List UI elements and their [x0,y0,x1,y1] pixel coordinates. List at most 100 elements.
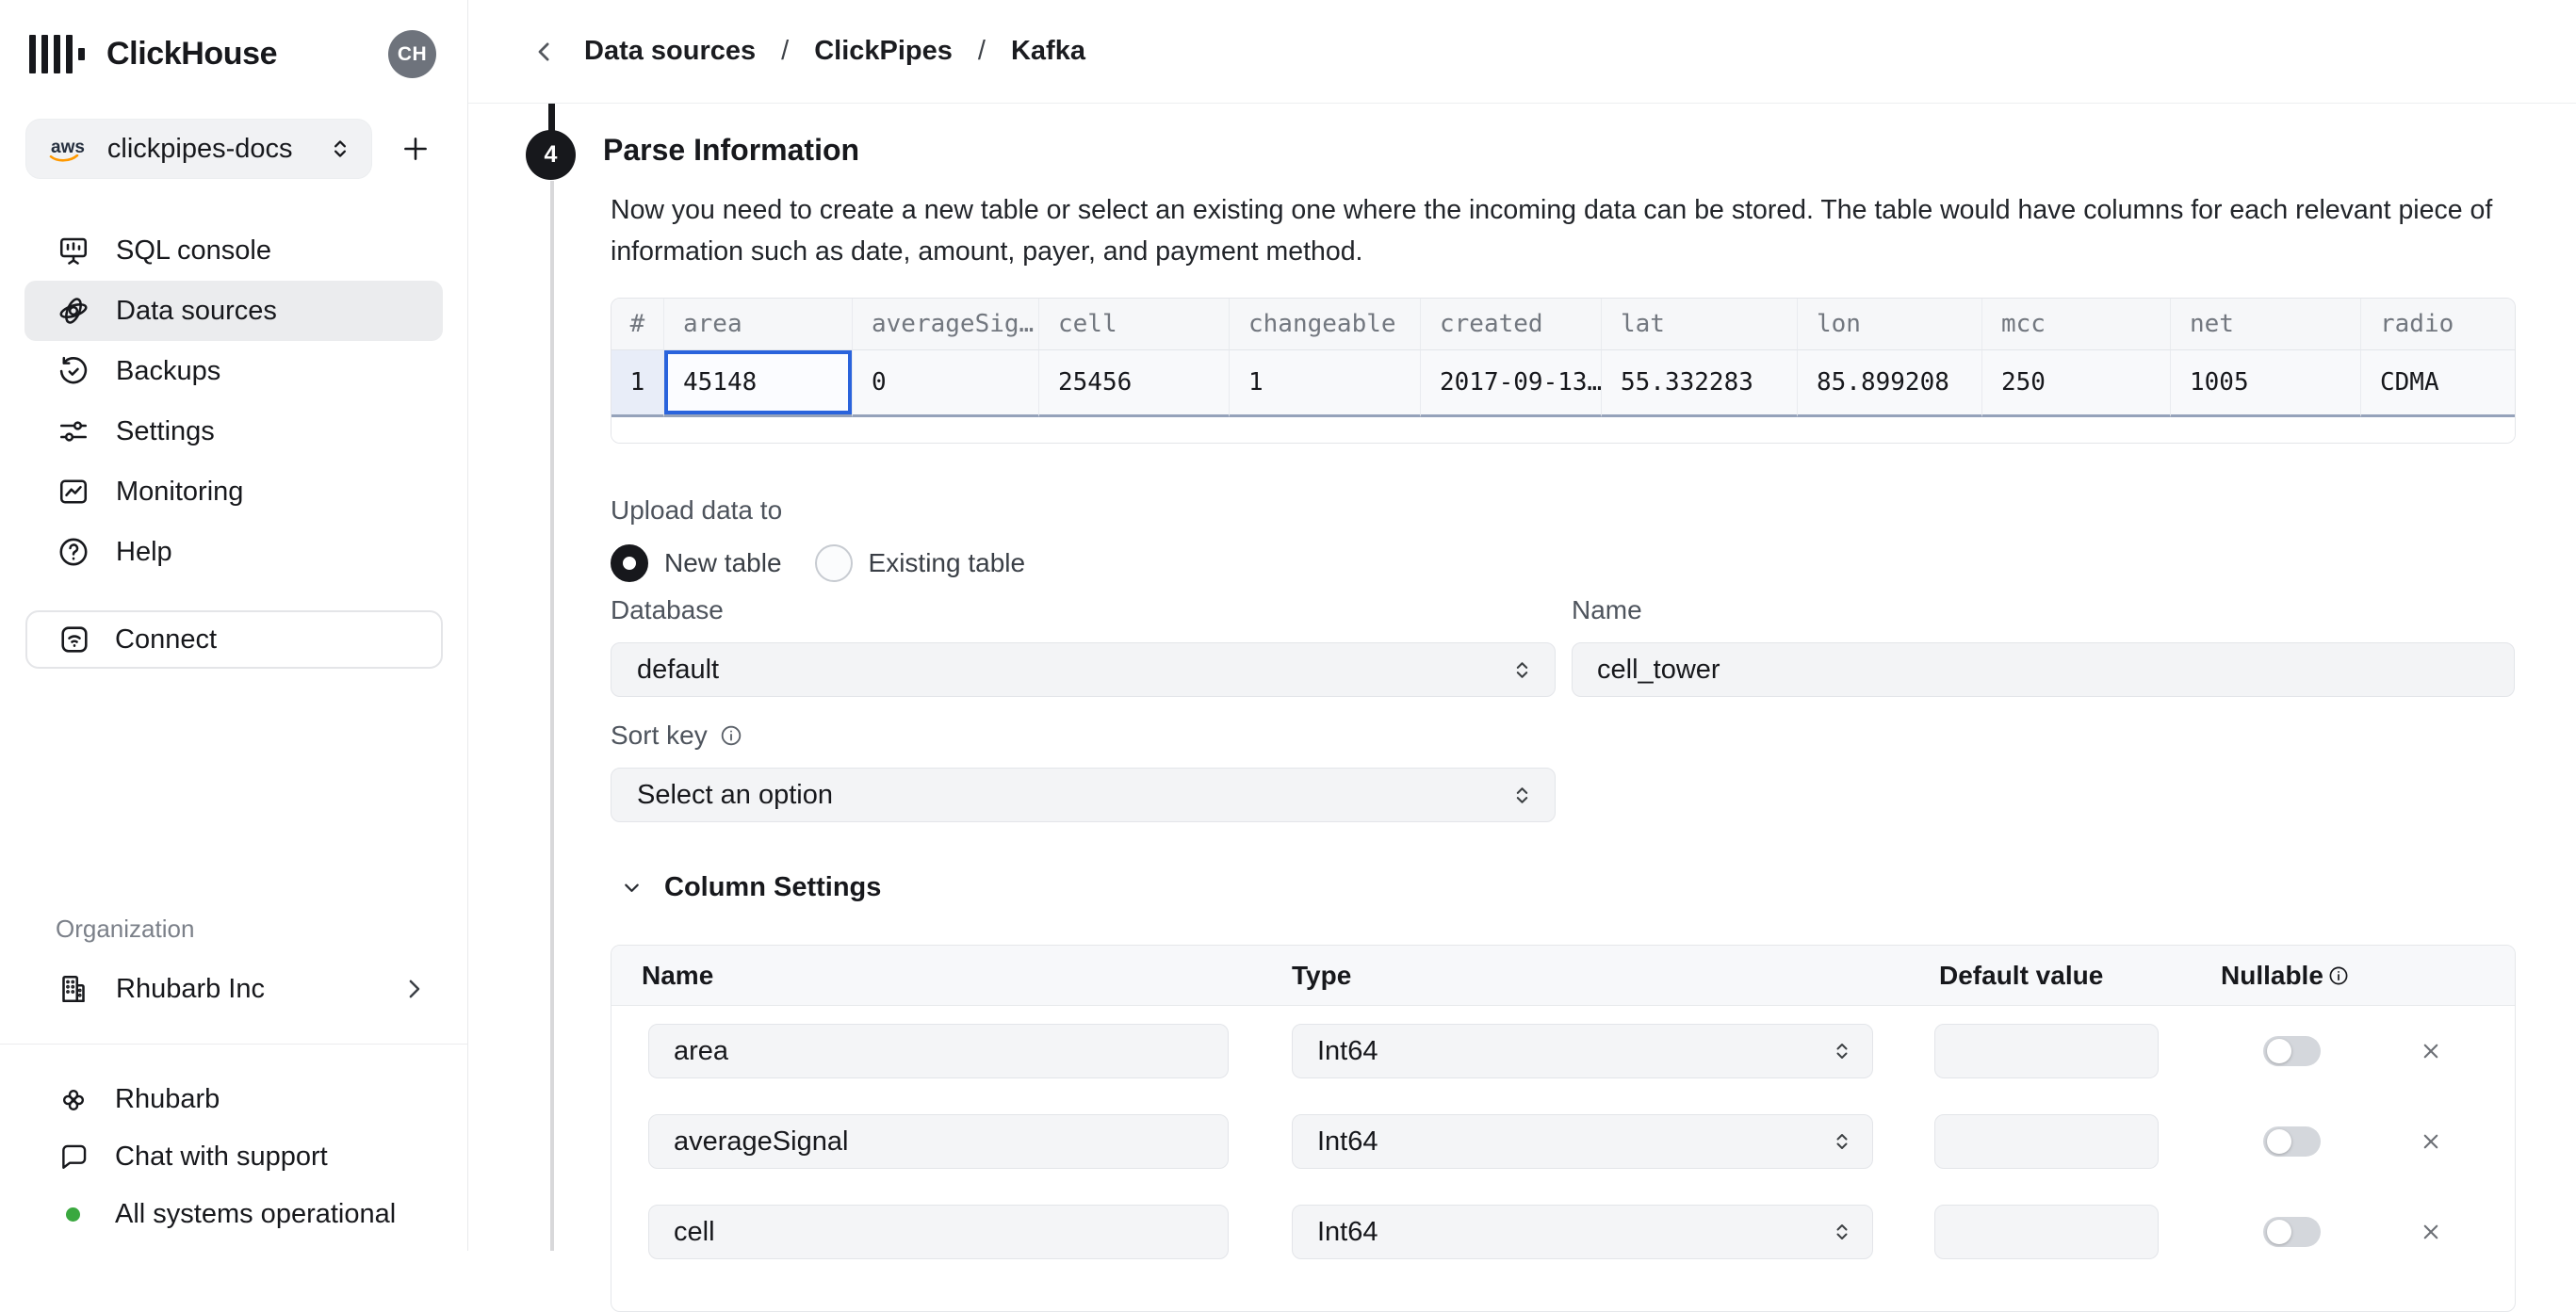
preview-data-row: 1 45148 0 25456 1 2017-09-13… 55.332283 … [611,350,2515,417]
chevron-updown-icon [1831,1040,1853,1062]
header-nullable: Nullable [2221,946,2350,1006]
toggle-knob [2267,1129,2291,1154]
column-type-select[interactable]: Int64 [1292,1205,1873,1259]
status-green-dot-icon [66,1207,80,1222]
chevron-updown-icon [1831,1221,1853,1243]
preview-cell[interactable]: CDMA [2361,350,2515,417]
step-number-badge: 4 [526,130,576,180]
column-type-value: Int64 [1317,1217,1378,1248]
aws-logo-icon: aws [51,138,85,164]
column-default-input[interactable] [1934,1205,2159,1259]
preview-header-row: # area averageSig… cell changeable creat… [611,299,2515,350]
footer-item-rhubarb[interactable]: Rhubarb [25,1071,443,1128]
sort-key-select[interactable]: Select an option [611,768,1556,822]
preview-header-cell[interactable]: lon [1798,299,1982,350]
connect-label: Connect [115,624,217,656]
radio-new-table[interactable]: New table [611,544,782,582]
connect-icon [57,623,91,656]
back-button[interactable] [530,38,559,66]
chevron-down-icon [619,875,644,900]
remove-column-button[interactable] [2417,1218,2445,1246]
column-name-input[interactable] [648,1205,1229,1259]
nullable-toggle-off[interactable] [2263,1126,2321,1157]
data-sources-icon [57,294,90,328]
sidebar-item-monitoring[interactable]: Monitoring [24,462,443,522]
nullable-toggle-off[interactable] [2263,1217,2321,1247]
preview-header-cell[interactable]: radio [2361,299,2515,350]
upload-data-to-label: Upload data to [611,495,782,526]
sidebar-item-label: Data sources [116,296,277,327]
info-icon[interactable] [719,723,743,748]
preview-header-cell[interactable]: cell [1039,299,1230,350]
sidebar-item-backups[interactable]: Backups [24,341,443,401]
breadcrumb-kafka[interactable]: Kafka [1011,36,1085,67]
column-name-input[interactable] [648,1024,1229,1078]
footer-item-chat-support[interactable]: Chat with support [25,1128,443,1186]
preview-cell[interactable]: 85.899208 [1798,350,1982,417]
sort-key-label-row: Sort key [611,721,743,751]
sidebar-item-help[interactable]: Help [24,522,443,582]
help-icon [57,535,90,569]
preview-cell[interactable]: 250 [1982,350,2171,417]
avatar[interactable]: CH [388,30,436,78]
header-name: Name [642,946,713,1006]
column-settings-toggle[interactable]: Column Settings [619,872,881,903]
preview-header-cell[interactable]: averageSig… [853,299,1039,350]
breadcrumb-data-sources[interactable]: Data sources [584,36,756,67]
preview-header-cell[interactable]: net [2171,299,2361,350]
preview-header-cell[interactable]: area [664,299,853,350]
chevron-updown-icon [1510,658,1534,682]
footer-item-system-status[interactable]: All systems operational [25,1186,443,1243]
column-settings-row: Int64 [611,1187,2515,1277]
preview-cell[interactable]: 1005 [2171,350,2361,417]
breadcrumb-bar: Data sources / ClickPipes / Kafka [468,0,2576,104]
database-select[interactable]: default [611,642,1556,697]
nullable-toggle-off[interactable] [2263,1036,2321,1066]
column-type-select[interactable]: Int64 [1292,1024,1873,1078]
preview-cell[interactable]: 55.332283 [1602,350,1798,417]
column-default-input[interactable] [1934,1024,2159,1078]
organization-section: Organization Rhubarb Inc [0,915,467,1019]
remove-column-button[interactable] [2417,1127,2445,1156]
chat-bubble-icon [57,1142,90,1174]
preview-header-cell[interactable]: changeable [1230,299,1421,350]
main-content: Data sources / ClickPipes / Kafka 4 Pars… [468,0,2576,1251]
table-mode-radio-group: New table Existing table [611,541,1025,586]
sidebar-item-settings[interactable]: Settings [24,401,443,462]
chevron-right-icon [399,975,428,1003]
column-default-input[interactable] [1934,1114,2159,1169]
radio-unselected-icon [815,544,853,582]
preview-cell[interactable]: 0 [853,350,1039,417]
instance-name: clickpipes-docs [107,134,293,165]
add-service-button[interactable] [399,133,432,165]
sort-key-label: Sort key [611,721,708,751]
organization-row[interactable]: Rhubarb Inc [24,959,443,1019]
preview-row-number: 1 [611,350,664,417]
preview-header-cell[interactable]: mcc [1982,299,2171,350]
database-select-value: default [637,655,719,686]
preview-header-cell[interactable]: created [1421,299,1602,350]
sidebar-item-data-sources[interactable]: Data sources [24,281,443,341]
instance-selector[interactable]: aws clickpipes-docs [25,119,372,179]
chevron-updown-icon [1510,784,1534,807]
column-name-input[interactable] [648,1114,1229,1169]
stepper-line-top [548,104,555,132]
sidebar-nav: SQL console Data sources Backups [0,220,467,582]
info-icon[interactable] [2327,964,2350,987]
breadcrumb-clickpipes[interactable]: ClickPipes [814,36,953,67]
preview-header-cell[interactable]: lat [1602,299,1798,350]
table-name-input[interactable] [1572,642,2515,697]
connect-button[interactable]: Connect [25,610,443,669]
sidebar-item-sql-console[interactable]: SQL console [24,220,443,281]
column-type-select[interactable]: Int64 [1292,1114,1873,1169]
preview-cell[interactable]: 1 [1230,350,1421,417]
building-icon [57,972,90,1006]
sql-console-icon [57,234,90,267]
preview-cell[interactable]: 2017-09-13… [1421,350,1602,417]
preview-cell[interactable]: 25456 [1039,350,1230,417]
preview-table-footer [611,417,2515,443]
radio-existing-table[interactable]: Existing table [815,544,1026,582]
database-label: Database [611,595,724,625]
preview-cell-selected[interactable]: 45148 [664,350,853,417]
remove-column-button[interactable] [2417,1037,2445,1065]
